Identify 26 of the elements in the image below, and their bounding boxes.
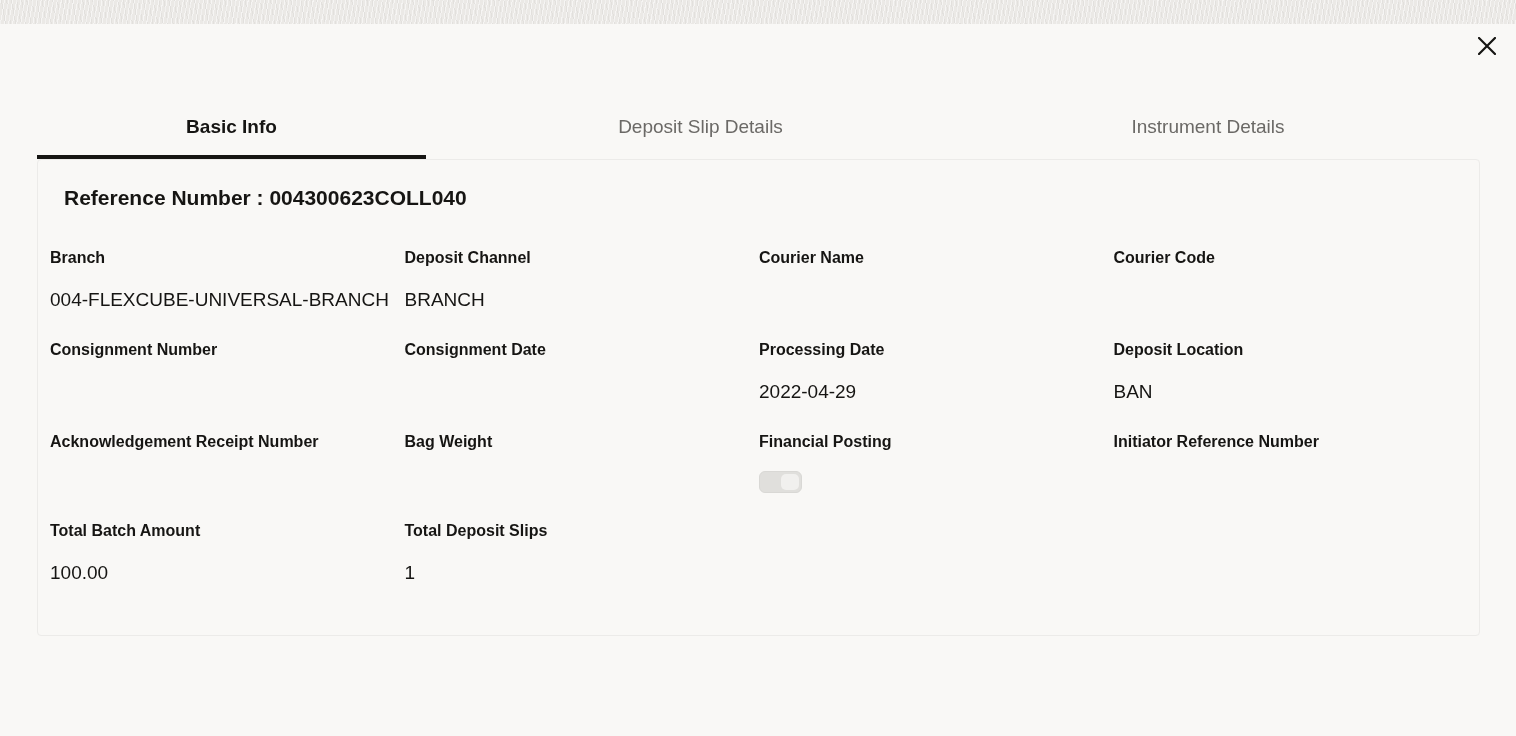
field-label: Courier Name — [759, 248, 864, 268]
field-label: Bag Weight — [404, 432, 493, 452]
field-value: 004-FLEXCUBE-UNIVERSAL-BRANCH — [50, 288, 389, 312]
field-label: Initiator Reference Number — [1113, 432, 1319, 452]
field-value: BRANCH — [404, 288, 485, 312]
field-label: Total Deposit Slips — [404, 521, 548, 541]
field-label: Total Batch Amount — [50, 521, 201, 541]
tab[interactable]: Basic Info — [37, 98, 426, 159]
tab[interactable]: Deposit Slip Details — [426, 98, 975, 159]
close-icon — [1478, 37, 1496, 55]
field-label: Consignment Number — [50, 340, 218, 360]
field-label: Deposit Location — [1113, 340, 1244, 360]
close-button[interactable] — [1477, 36, 1497, 56]
field-value: 100.00 — [50, 561, 109, 585]
field-value: 2022-04-29 — [759, 380, 857, 404]
field-label: Consignment Date — [404, 340, 546, 360]
field-label: Processing Date — [759, 340, 885, 360]
field-label: Branch — [50, 248, 106, 268]
tab[interactable]: Instrument Details — [975, 98, 1441, 159]
field-value: BAN — [1113, 380, 1153, 404]
field-label: Courier Code — [1113, 248, 1215, 268]
field-label: Financial Posting — [759, 432, 892, 452]
field-label: Acknowledgement Receipt Number — [50, 432, 319, 452]
reference-number-heading: Reference Number : 004300623COLL040 — [64, 185, 468, 211]
field-value: 1 — [404, 561, 416, 585]
field-label: Deposit Channel — [404, 248, 531, 268]
